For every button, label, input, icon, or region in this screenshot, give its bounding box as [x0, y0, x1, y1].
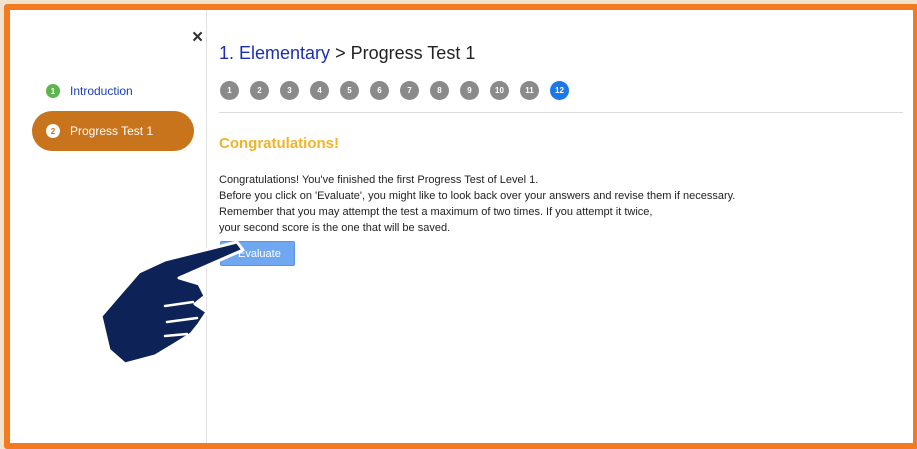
step-number-badge: 1 [46, 84, 60, 98]
evaluate-button[interactable]: Evaluate [220, 241, 295, 266]
message-line: Remember that you may attempt the test a… [219, 206, 653, 218]
sidebar-item-introduction[interactable]: 1 Introduction [32, 71, 194, 111]
question-step-10[interactable]: 10 [490, 81, 509, 100]
question-step-12[interactable]: 12 [550, 81, 569, 100]
question-step-3[interactable]: 3 [280, 81, 299, 100]
question-step-5[interactable]: 5 [340, 81, 359, 100]
question-step-8[interactable]: 8 [430, 81, 449, 100]
main-content: 1. Elementary > Progress Test 1 12345678… [207, 10, 913, 443]
message-body: Congratulations! You've finished the fir… [219, 172, 735, 236]
question-step-2[interactable]: 2 [250, 81, 269, 100]
question-step-7[interactable]: 7 [400, 81, 419, 100]
question-step-4[interactable]: 4 [310, 81, 329, 100]
breadcrumb: 1. Elementary > Progress Test 1 [219, 43, 475, 64]
breadcrumb-link[interactable]: 1. Elementary [219, 43, 330, 63]
sidebar: × 1 Introduction 2 Progress Test 1 [10, 10, 207, 443]
question-step-6[interactable]: 6 [370, 81, 389, 100]
question-step-11[interactable]: 11 [520, 81, 539, 100]
congratulations-heading: Congratulations! [219, 135, 339, 152]
app-frame: × 1 Introduction 2 Progress Test 1 1. El… [4, 4, 917, 449]
divider [219, 112, 903, 113]
step-number-badge: 2 [46, 124, 60, 138]
question-step-9[interactable]: 9 [460, 81, 479, 100]
question-step-1[interactable]: 1 [220, 81, 239, 100]
page-title: Progress Test 1 [350, 43, 476, 63]
message-line: Congratulations! You've finished the fir… [219, 174, 539, 186]
close-icon[interactable]: × [192, 28, 203, 47]
message-line: Before you click on 'Evaluate', you migh… [219, 190, 736, 202]
sidebar-item-label: Introduction [70, 84, 133, 98]
sidebar-item-progress-test[interactable]: 2 Progress Test 1 [32, 111, 194, 151]
message-line: your second score is the one that will b… [219, 222, 451, 234]
question-steps: 1 2 3 4 5 6 7 8 9 10 11 12 [220, 81, 569, 100]
sidebar-item-label: Progress Test 1 [70, 124, 154, 138]
breadcrumb-separator: > [335, 43, 346, 63]
